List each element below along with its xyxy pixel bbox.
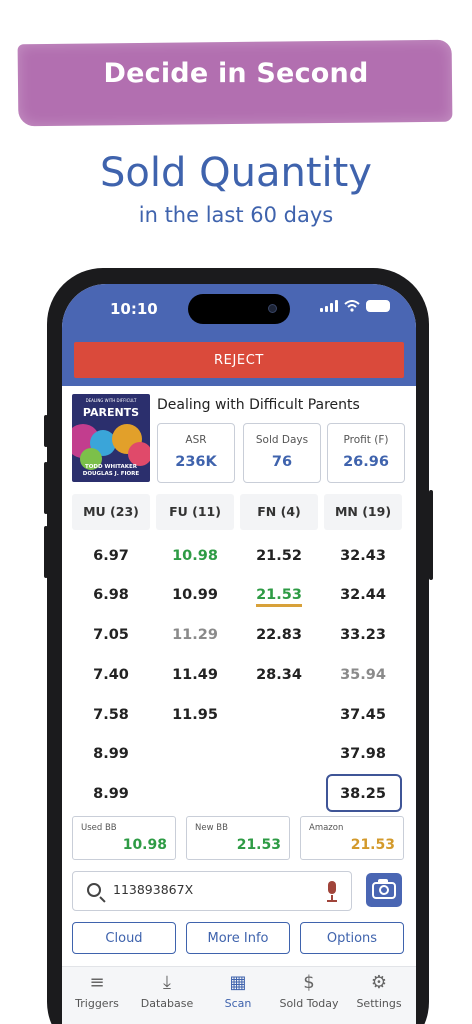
qr-scan-icon: ▦ xyxy=(229,972,247,993)
column-header-fu[interactable]: FU (11) xyxy=(156,494,234,530)
price-cell: 11.95 xyxy=(172,707,218,723)
stat-label: ASR xyxy=(185,434,207,446)
book-cover: DEALING WITH DIFFICULT PARENTS TODD WHIT… xyxy=(72,394,150,482)
stat-profit: Profit (F) 26.96 xyxy=(327,423,405,483)
search-bar[interactable] xyxy=(72,871,352,911)
price-cell: 11.49 xyxy=(172,667,218,683)
subheadline: in the last 60 days xyxy=(138,203,334,227)
price-cell: 8.99 xyxy=(93,746,129,762)
nav-item-database[interactable]: ⤓ Database xyxy=(132,967,202,1024)
reject-button[interactable]: REJECT xyxy=(74,342,404,378)
price-cell: 37.45 xyxy=(340,707,386,723)
price-cell: 7.58 xyxy=(93,707,129,723)
bb-label: New BB xyxy=(195,823,228,833)
price-cell: 32.43 xyxy=(340,548,386,564)
price-cell: 6.98 xyxy=(93,587,129,603)
phone-side-button xyxy=(44,526,48,578)
column-header-mn[interactable]: MN (19) xyxy=(324,494,402,530)
status-icons xyxy=(320,300,390,312)
camera-dot xyxy=(268,304,277,313)
stat-value: 76 xyxy=(271,454,293,470)
options-button[interactable]: Options xyxy=(300,922,404,954)
camera-button[interactable] xyxy=(366,873,402,907)
banner-text: Decide in Second xyxy=(103,58,369,89)
headline: Sold Quantity xyxy=(100,150,372,196)
stat-value: 26.96 xyxy=(343,454,389,470)
nav-item-sold-today[interactable]: $ Sold Today xyxy=(274,967,344,1024)
price-cell: 8.99 xyxy=(93,786,129,802)
stat-label: Profit (F) xyxy=(343,434,389,446)
microphone-icon[interactable] xyxy=(327,881,337,903)
bottom-nav: ≡ Triggers ⤓ Database ▦ Scan $ Sold Toda… xyxy=(62,966,416,1024)
nav-label: Database xyxy=(140,997,194,1010)
bb-label: Amazon xyxy=(309,823,344,833)
product-title: Dealing with Difficult Parents xyxy=(157,397,360,413)
stat-label: Sold Days xyxy=(255,434,309,446)
price-cell-selected[interactable]: 38.25 xyxy=(324,786,402,802)
bb-value: 21.53 xyxy=(236,837,281,853)
download-icon: ⤓ xyxy=(163,972,171,993)
price-cell: 33.23 xyxy=(340,627,386,643)
amazon-box: Amazon 21.53 xyxy=(300,816,404,860)
price-cell-highlighted: 21.53 xyxy=(240,587,318,607)
new-bb-box: New BB 21.53 xyxy=(186,816,290,860)
bb-value: 21.53 xyxy=(350,837,395,853)
cover-author: DOUGLAS J. FIORE xyxy=(82,471,140,477)
phone-side-button xyxy=(429,490,433,580)
nav-item-settings[interactable]: ⚙ Settings xyxy=(344,967,414,1024)
wifi-icon xyxy=(344,300,360,312)
price-cell: 11.29 xyxy=(172,627,218,643)
gear-icon: ⚙ xyxy=(370,972,388,993)
phone-side-button xyxy=(44,462,48,514)
search-input[interactable] xyxy=(113,882,313,897)
price-cell: 10.99 xyxy=(172,587,218,603)
price-cell: 6.97 xyxy=(93,548,129,564)
stat-asr: ASR 236K xyxy=(157,423,235,483)
more-info-button[interactable]: More Info xyxy=(186,922,290,954)
bb-label: Used BB xyxy=(81,823,117,833)
price-cell: 35.94 xyxy=(340,667,386,683)
status-time: 10:10 xyxy=(110,300,158,318)
cover-title: PARENTS xyxy=(82,406,140,419)
stat-sold-days: Sold Days 76 xyxy=(243,423,321,483)
cloud-button[interactable]: Cloud xyxy=(72,922,176,954)
triggers-icon: ≡ xyxy=(89,972,105,993)
phone-side-button xyxy=(44,415,48,447)
bb-value: 10.98 xyxy=(122,837,167,853)
signal-icon xyxy=(320,300,338,312)
used-bb-box: Used BB 10.98 xyxy=(72,816,176,860)
price-cell: 32.44 xyxy=(340,587,386,603)
price-cell: 21.52 xyxy=(256,548,302,564)
dollar-icon: $ xyxy=(303,972,315,993)
search-icon xyxy=(87,883,101,897)
cover-top-text: DEALING WITH DIFFICULT xyxy=(85,398,137,403)
app-screen: 10:10 REJECT DEALING WITH DIFFICULT PARE… xyxy=(62,284,416,1024)
column-header-fn[interactable]: FN (4) xyxy=(240,494,318,530)
stat-value: 236K xyxy=(175,454,217,470)
column-header-mu[interactable]: MU (23) xyxy=(72,494,150,530)
nav-label: Triggers xyxy=(75,997,119,1010)
status-bar: 10:10 REJECT xyxy=(62,284,416,386)
nav-label: Scan xyxy=(224,997,252,1010)
camera-icon xyxy=(379,885,389,895)
price-value: 21.53 xyxy=(256,587,302,607)
price-cell: 10.98 xyxy=(172,548,218,564)
cover-author: TODD WHITAKER xyxy=(84,464,138,470)
battery-icon xyxy=(366,300,390,312)
dynamic-island xyxy=(188,294,290,324)
price-cell: 28.34 xyxy=(256,667,302,683)
nav-item-triggers[interactable]: ≡ Triggers xyxy=(62,967,132,1024)
price-cell: 7.40 xyxy=(93,667,129,683)
nav-label: Sold Today xyxy=(279,997,339,1010)
price-cell: 22.83 xyxy=(256,627,302,643)
price-cell: 37.98 xyxy=(340,746,386,762)
cover-authors: TODD WHITAKER DOUGLAS J. FIORE xyxy=(74,464,148,478)
nav-item-scan[interactable]: ▦ Scan xyxy=(203,967,273,1024)
nav-label: Settings xyxy=(356,997,402,1010)
price-cell: 7.05 xyxy=(93,627,129,643)
